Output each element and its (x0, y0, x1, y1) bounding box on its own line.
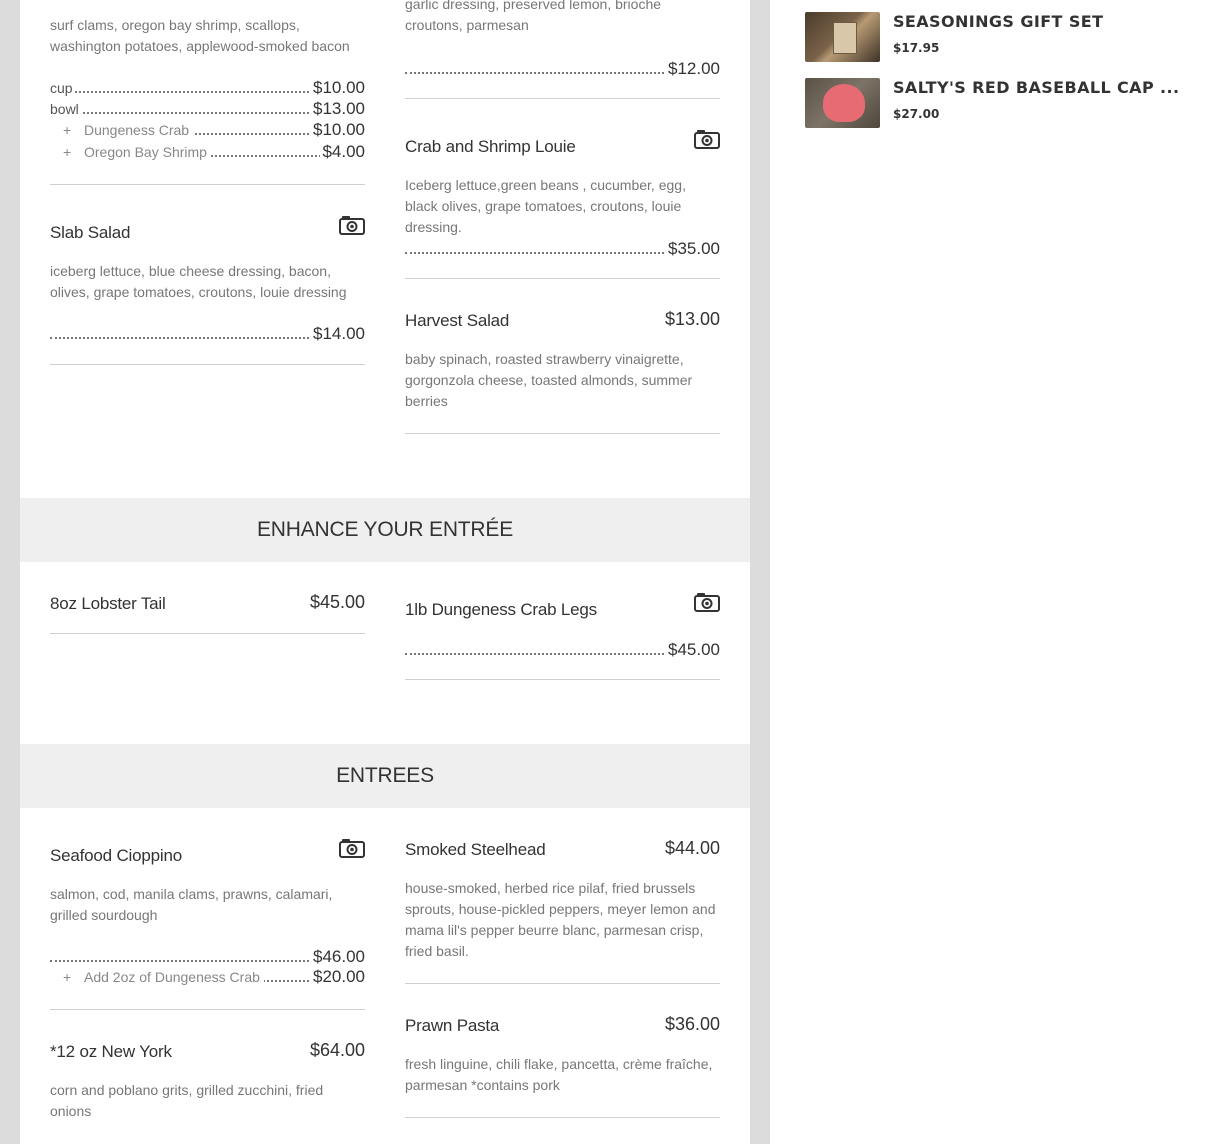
product-price: $27.00 (893, 107, 940, 121)
item-name: Smoked Steelhead (405, 840, 546, 859)
item-name: 8oz Lobster Tail (50, 594, 166, 613)
item-price: $45.00 (309, 592, 365, 612)
divider (405, 433, 720, 434)
item-price: $46.00 (311, 947, 365, 967)
addon-label: Add 2oz of Dungeness Crab (84, 969, 264, 985)
item-price-row: $35.00 (405, 237, 720, 259)
addon-shrimp-label: Oregon Bay Shrimp (84, 144, 211, 160)
camera-icon[interactable] (694, 592, 720, 612)
addon-price: $20.00 (311, 967, 365, 987)
cup-label: cup (50, 80, 75, 96)
menu-panel: surf clams, oregon bay shrimp, scallops,… (20, 0, 750, 1144)
item-price: $64.00 (309, 1040, 365, 1060)
chowder-description: surf clams, oregon bay shrimp, scallops,… (50, 17, 350, 54)
divider (50, 1009, 365, 1010)
item-description: iceberg lettuce, blue cheese dressing, b… (50, 263, 347, 300)
item-name: Slab Salad (50, 223, 131, 242)
plus-icon: + (63, 144, 72, 160)
item-name: Prawn Pasta (405, 1016, 500, 1035)
item-price-row: $14.00 (50, 322, 365, 344)
section-header-entrees: ENTREES (20, 744, 750, 808)
divider (405, 278, 720, 279)
addon-shrimp-price: $4.00 (320, 142, 365, 162)
divider (50, 633, 365, 634)
item-description: salmon, cod, manila clams, prawns, calam… (50, 886, 333, 923)
item-price: $44.00 (664, 838, 720, 858)
divider (405, 98, 720, 99)
item-price-row: $45.00 (405, 638, 720, 660)
section-header-enhance: ENHANCE YOUR ENTRÉE (20, 498, 750, 562)
section-title: ENHANCE YOUR ENTRÉE (256, 518, 514, 541)
item-price: $14.00 (311, 324, 365, 344)
item-description: house-smoked, herbed rice pilaf, fried b… (405, 880, 716, 959)
seasonings-gift-set-thumbnail[interactable] (805, 12, 880, 62)
camera-icon[interactable] (339, 838, 365, 858)
plus-icon: + (63, 969, 72, 985)
product-title[interactable]: SEASONINGS GIFT SET (893, 12, 1103, 31)
product-price: $17.95 (893, 41, 940, 55)
red-baseball-cap-thumbnail[interactable] (805, 78, 880, 128)
camera-icon[interactable] (694, 129, 720, 149)
item-description: corn and poblano grits, grilled zucchini… (50, 1082, 324, 1119)
item-name: 1lb Dungeness Crab Legs (405, 600, 597, 619)
divider (405, 983, 720, 984)
item-description: garlic dressing, preserved lemon, brioch… (405, 0, 662, 33)
column-gutter (750, 0, 770, 1144)
divider (50, 364, 365, 365)
item-name: Harvest Salad (405, 311, 510, 330)
chowder-addon-shrimp-row: + Oregon Bay Shrimp $4.00 (50, 140, 365, 162)
bowl-price: $13.00 (311, 99, 365, 119)
camera-icon[interactable] (339, 215, 365, 235)
item-price: $12.00 (666, 59, 720, 79)
item-price: $13.00 (664, 309, 720, 329)
item-price-row: $12.00 (405, 57, 720, 79)
item-description: baby spinach, roasted strawberry vinaigr… (405, 351, 693, 409)
item-name: Seafood Cioppino (50, 846, 182, 865)
item-price: $45.00 (666, 640, 720, 660)
chowder-cup-price-row: cup $10.00 (50, 76, 365, 98)
section-title: ENTREES (336, 764, 434, 787)
plus-icon: + (63, 122, 72, 138)
bowl-label: bowl (50, 101, 81, 117)
chowder-bowl-price-row: bowl $13.00 (50, 97, 365, 119)
divider (405, 679, 720, 680)
divider (405, 1117, 720, 1118)
item-description: fresh linguine, chili flake, pancetta, c… (405, 1056, 713, 1093)
addon-crab-label: Dungeness Crab (84, 122, 194, 138)
cup-price: $10.00 (311, 78, 365, 98)
item-price: $36.00 (664, 1014, 720, 1034)
item-price-row: $46.00 (50, 945, 365, 967)
addon-crab-price: $10.00 (311, 120, 365, 140)
left-gutter (0, 0, 20, 1144)
item-name: Crab and Shrimp Louie (405, 137, 576, 156)
cioppino-addon-row: + Add 2oz of Dungeness Crab $20.00 (50, 965, 365, 987)
divider (50, 184, 365, 185)
product-title[interactable]: SALTY'S RED BASEBALL CAP ... (893, 78, 1179, 97)
item-description: Iceberg lettuce,green beans , cucumber, … (405, 177, 686, 235)
item-name: *12 oz New York (50, 1042, 172, 1061)
item-price: $35.00 (666, 239, 720, 259)
chowder-addon-crab-row: + Dungeness Crab $10.00 (50, 118, 365, 140)
